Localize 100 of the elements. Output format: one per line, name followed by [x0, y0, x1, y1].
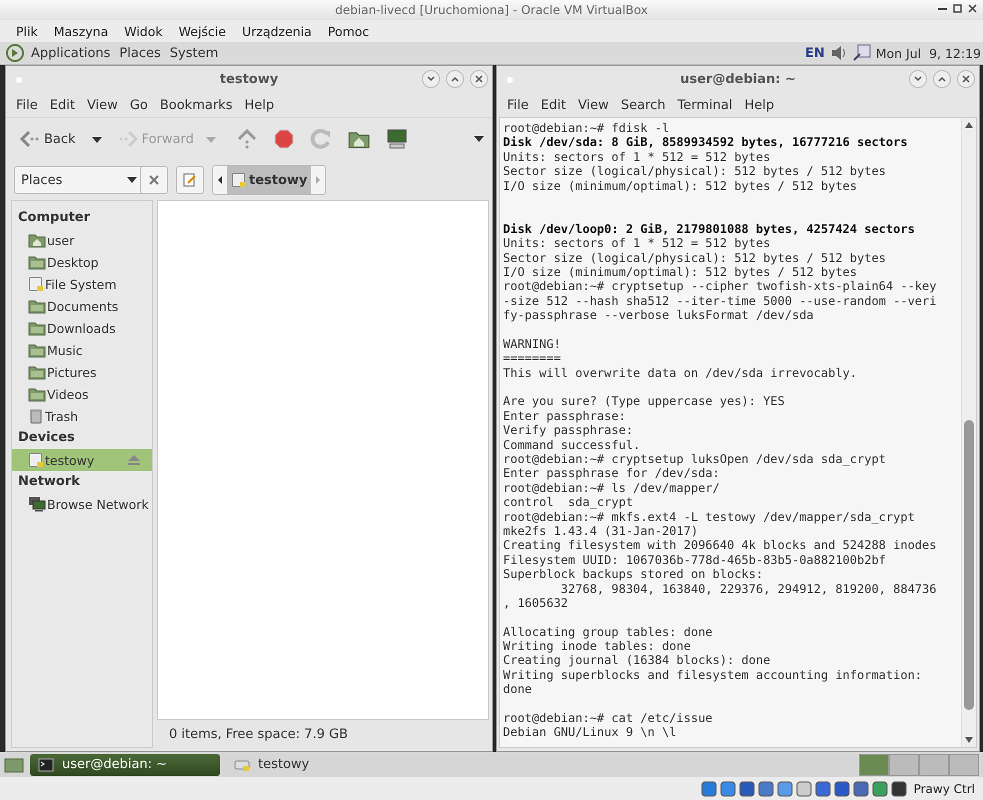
status-indicator-icon[interactable]	[890, 780, 907, 796]
menu-item[interactable]: Help	[738, 98, 780, 112]
taskbar-button[interactable]: testowy	[226, 754, 416, 776]
terminal-line: root@debian:~# ls /dev/mapper/	[503, 480, 721, 496]
section-heading: Network	[17, 473, 81, 491]
close-icon	[474, 74, 484, 84]
show-desktop-icon[interactable]	[4, 756, 24, 774]
clock[interactable]: Mon Jul 9, 12:19	[876, 46, 981, 60]
terminal-line: mke2fs 1.43.4 (31-Jan-2017)	[503, 524, 700, 538]
minimize-button[interactable]	[909, 70, 927, 88]
menu-item[interactable]: View	[572, 98, 615, 112]
maximize-button[interactable]	[953, 4, 962, 13]
menu-item[interactable]: Pomoc	[320, 24, 378, 38]
menu-item[interactable]: Plik	[8, 24, 46, 38]
magnifier-icon[interactable]	[852, 44, 871, 62]
sidebar-item[interactable]: Music	[12, 339, 152, 361]
home-folder-icon	[28, 232, 46, 248]
terminal-line: control sda_crypt	[503, 495, 634, 510]
volume-icon[interactable]	[830, 45, 848, 61]
sidebar-item[interactable]: Downloads	[12, 317, 152, 339]
menu-item[interactable]: Edit	[44, 98, 81, 112]
maximize-button[interactable]	[446, 70, 464, 88]
close-button[interactable]	[957, 70, 975, 88]
menu-item[interactable]: File	[10, 98, 44, 112]
terminal-line: Are you sure? (Type uppercase yes): YES	[503, 394, 786, 409]
scrollbar-thumb[interactable]	[964, 420, 974, 710]
panel-menu-item[interactable]: Places	[117, 46, 163, 60]
terminal-line: Enter passphrase for /dev/sda:	[503, 466, 721, 481]
menu-item[interactable]: Maszyna	[46, 24, 116, 38]
panel-menu-item[interactable]: System	[168, 46, 220, 60]
status-indicator-icon[interactable]	[738, 780, 755, 796]
status-indicator-icon[interactable]	[814, 780, 831, 796]
terminal-line: WARNING!	[503, 336, 562, 352]
window-title: debian-livecd [Uruchomiona] - Oracle VM VirtualBox	[335, 3, 648, 17]
side-pane-selector[interactable]: Places	[14, 166, 144, 194]
back-arrow-icon	[20, 130, 40, 148]
menu-item[interactable]: Search	[614, 98, 672, 112]
scroll-up-arrow-icon[interactable]	[965, 122, 973, 128]
menu-logo-icon[interactable]	[6, 44, 24, 62]
folder-icon	[28, 364, 46, 380]
trash-icon	[28, 408, 44, 424]
folder-icon	[28, 254, 46, 270]
menu-item[interactable]: Urządzenia	[234, 24, 320, 38]
close-pane-button[interactable]	[140, 166, 168, 194]
status-indicator-icon[interactable]	[758, 780, 774, 796]
menu-item[interactable]: Go	[124, 98, 154, 112]
workspace-switcher[interactable]	[859, 754, 979, 776]
drive-icon	[28, 452, 44, 468]
terminal-line: Writing superblocks and filesystem accounting information:	[503, 668, 924, 682]
sidebar-item[interactable]: Videos	[12, 383, 152, 405]
window-title: testowy	[220, 72, 278, 87]
minimize-button[interactable]	[422, 70, 440, 88]
sidebar-item[interactable]: Documents	[12, 295, 152, 317]
terminal-line: done	[503, 682, 533, 697]
status-indicator-icon[interactable]	[834, 780, 850, 796]
section-heading: Devices	[17, 429, 76, 447]
status-indicator-icon[interactable]	[776, 780, 793, 796]
menu-item[interactable]: Terminal	[671, 98, 738, 112]
menu-item[interactable]: View	[80, 98, 124, 112]
panel-menu-item[interactable]: Applications	[29, 46, 112, 60]
window-title: user@debian: ~	[680, 72, 796, 87]
host-key-label: Prawy Ctrl	[914, 782, 975, 796]
taskbar-button[interactable]: user@debian: ~	[30, 754, 220, 776]
dropdown-arrow-icon[interactable]	[92, 136, 102, 142]
menu-item[interactable]: Wejście	[170, 24, 234, 38]
scrollbar[interactable]	[961, 118, 976, 747]
overflow-arrow-icon[interactable]	[474, 136, 484, 142]
sidebar-item[interactable]: Trash	[12, 405, 152, 427]
menu-item[interactable]: Widok	[116, 24, 171, 38]
sidebar-item[interactable]: File System	[12, 273, 152, 295]
path-button[interactable]: testowy	[227, 166, 312, 194]
keyboard-layout-indicator[interactable]: EN	[804, 46, 825, 60]
menu-item[interactable]: Bookmarks	[154, 98, 238, 112]
menu-item[interactable]: Edit	[534, 98, 572, 112]
status-indicator-icon[interactable]	[852, 780, 869, 796]
terminal-line: root@debian:~# fdisk -l	[503, 121, 670, 136]
terminal-line: Verify passphrase:	[503, 423, 634, 438]
terminal-line: Disk /dev/sda: 8 GiB, 8589934592 bytes, 16777216 sectors	[503, 135, 909, 150]
sidebar-item[interactable]: testowy	[12, 449, 152, 471]
back-button[interactable]: Back	[14, 126, 82, 152]
scroll-down-arrow-icon[interactable]	[965, 737, 973, 743]
close-button[interactable]	[470, 70, 488, 88]
close-button[interactable]	[968, 4, 977, 13]
sidebar-item[interactable]: user	[12, 229, 152, 251]
sidebar-item[interactable]: Browse Network	[12, 493, 152, 515]
status-indicator-icon[interactable]	[872, 780, 888, 796]
menu-item[interactable]: File	[501, 98, 535, 112]
terminal-line: Sector size (logical/physical): 512 bytes / 512 bytes	[503, 250, 887, 265]
maximize-button[interactable]	[933, 70, 951, 88]
folder-icon	[28, 298, 46, 314]
edit-location-button[interactable]	[176, 166, 204, 194]
menu-item[interactable]: Help	[238, 98, 280, 112]
network-computer-icon	[28, 496, 46, 512]
stop-icon[interactable]	[274, 129, 294, 149]
sidebar-item[interactable]: Pictures	[12, 361, 152, 383]
sidebar-item[interactable]: Desktop	[12, 251, 152, 273]
status-indicator-icon[interactable]	[796, 780, 812, 796]
computer-icon[interactable]	[386, 128, 408, 150]
status-indicator-icon[interactable]	[700, 780, 717, 796]
status-indicator-icon[interactable]	[720, 780, 736, 796]
